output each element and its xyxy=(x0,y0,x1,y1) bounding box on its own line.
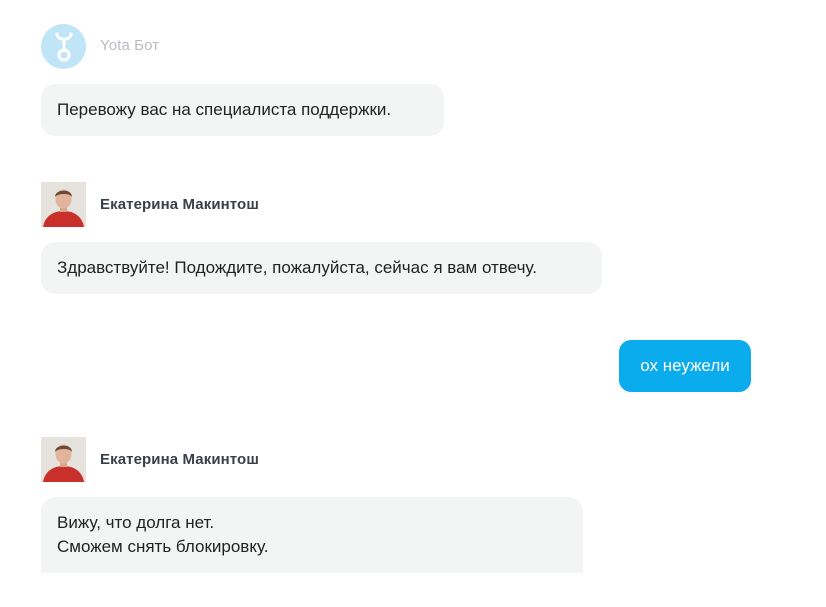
message-bubble-incoming: Вижу, что долга нет. Сможем снять блокир… xyxy=(41,497,583,573)
sender-name-operator: Екатерина Макинтош xyxy=(100,451,259,468)
yota-logo-icon xyxy=(55,32,72,61)
person-photo-icon xyxy=(41,182,86,227)
bot-avatar xyxy=(41,24,86,69)
message-text: Перевожу вас на специалиста поддержки. xyxy=(57,100,392,119)
message-bubble-incoming: Перевожу вас на специалиста поддержки. xyxy=(41,84,444,136)
operator-avatar xyxy=(41,437,86,482)
sender-name-bot: Yota Бот xyxy=(100,37,160,54)
sender-name-operator: Екатерина Макинтош xyxy=(100,196,259,213)
person-photo-icon xyxy=(41,437,86,482)
message-text-line: Сможем снять блокировку. xyxy=(57,537,269,556)
message-bubble-outgoing: ох неужели xyxy=(619,340,751,392)
message-text: ох неужели xyxy=(640,356,730,375)
operator-avatar xyxy=(41,182,86,227)
message-text-line: Вижу, что долга нет. xyxy=(57,513,215,532)
message-text: Здравствуйте! Подождите, пожалуйста, сей… xyxy=(57,258,537,277)
message-bubble-incoming: Здравствуйте! Подождите, пожалуйста, сей… xyxy=(41,242,602,294)
